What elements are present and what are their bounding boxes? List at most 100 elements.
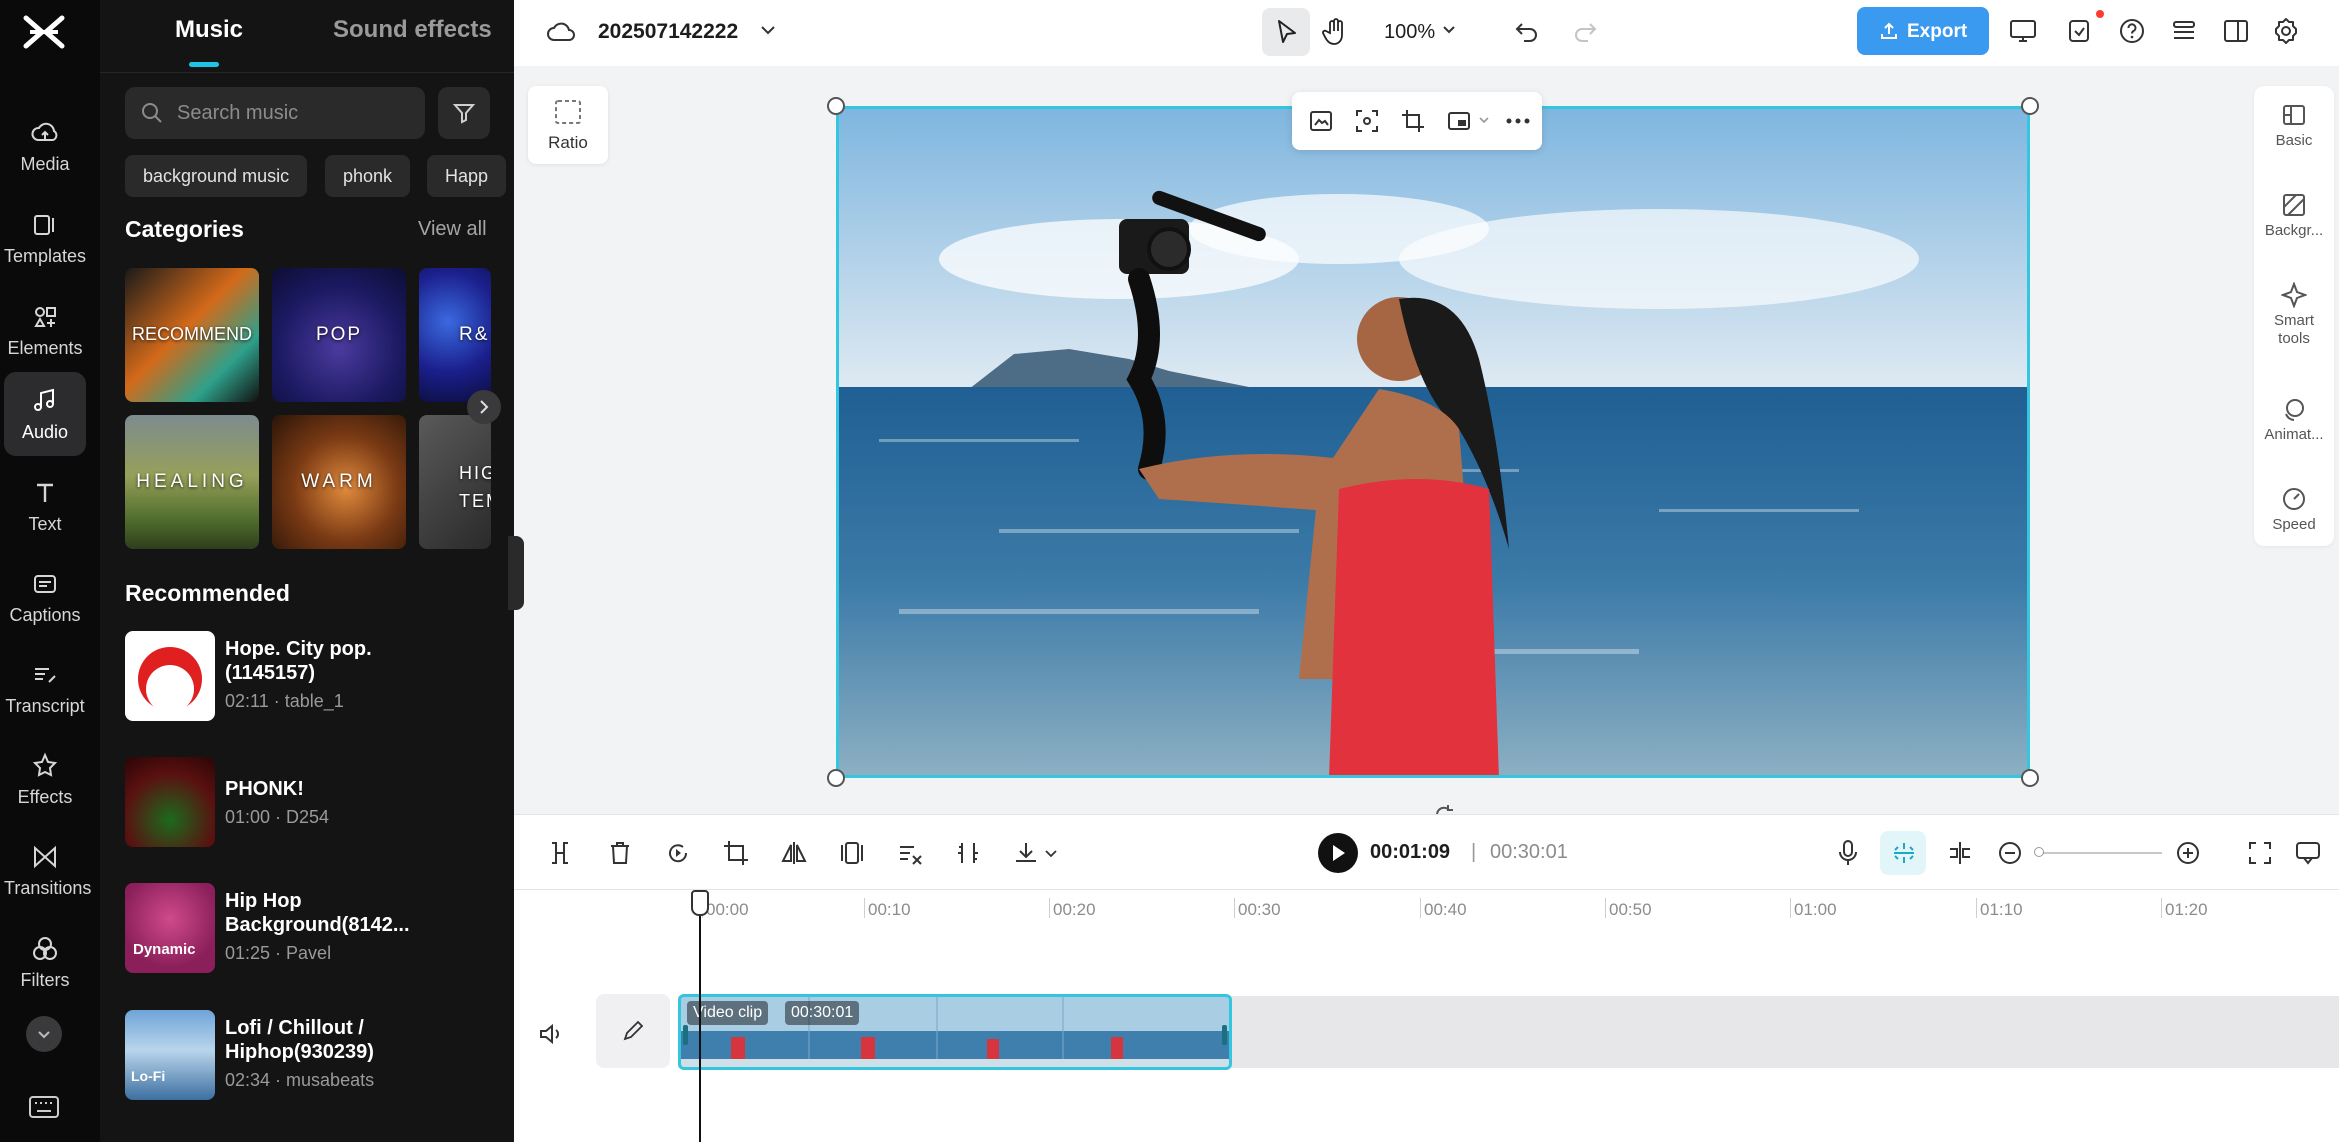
- flip-icon[interactable]: [780, 839, 808, 867]
- crop-icon[interactable]: [722, 839, 750, 867]
- resize-handle[interactable]: [2021, 769, 2039, 787]
- chevron-down-icon[interactable]: [760, 24, 776, 36]
- ruler-label: 00:50: [1609, 900, 1652, 920]
- freeze-frame-icon[interactable]: [838, 839, 866, 867]
- magnet-snap-icon[interactable]: [1890, 839, 1918, 867]
- resize-handle[interactable]: [827, 97, 845, 115]
- resize-handle[interactable]: [827, 769, 845, 787]
- delete-icon[interactable]: [606, 839, 634, 867]
- zoom-slider-knob[interactable]: [2034, 847, 2044, 857]
- playhead[interactable]: [699, 902, 701, 1142]
- active-tab-indicator: [189, 62, 219, 67]
- category-card-rnb[interactable]: R&: [419, 268, 491, 402]
- chevron-down-icon[interactable]: [1442, 25, 1456, 35]
- prop-background[interactable]: Backgr...: [2254, 192, 2334, 239]
- speaker-icon[interactable]: [538, 1022, 564, 1046]
- zoom-level[interactable]: 100%: [1384, 21, 1435, 44]
- trim-icon[interactable]: [954, 839, 982, 867]
- help-icon[interactable]: [2118, 17, 2146, 45]
- chip-phonk[interactable]: phonk: [325, 155, 410, 197]
- zoom-out-icon[interactable]: [1996, 839, 2024, 867]
- redo-icon[interactable]: [1572, 18, 1598, 44]
- cloud-sync-icon[interactable]: [546, 18, 576, 44]
- cloud-upload-icon: [30, 118, 60, 148]
- settings-icon[interactable]: [2272, 17, 2300, 45]
- category-card-healing[interactable]: HEALING: [125, 415, 259, 549]
- search-input[interactable]: [177, 97, 417, 129]
- chevron-down-icon[interactable]: [1044, 849, 1058, 859]
- track-item[interactable]: Lo-Fi Lofi / Chillout / Hiphop(930239) 0…: [125, 1010, 495, 1102]
- more-tools-button[interactable]: [26, 1016, 62, 1052]
- fullscreen-icon[interactable]: [2246, 839, 2274, 867]
- category-card-pop[interactable]: POP: [272, 268, 406, 402]
- play-button[interactable]: [1318, 833, 1358, 873]
- microphone-icon[interactable]: [1836, 839, 1860, 867]
- split-icon[interactable]: [546, 839, 574, 867]
- project-name[interactable]: 202507142222: [598, 20, 738, 44]
- zoom-in-icon[interactable]: [2174, 839, 2202, 867]
- tab-sound-effects[interactable]: Sound effects: [333, 16, 492, 44]
- rail-item-effects[interactable]: Effects: [4, 737, 86, 821]
- rail-item-text[interactable]: Text: [4, 464, 86, 548]
- rail-item-captions[interactable]: Captions: [4, 555, 86, 639]
- export-button[interactable]: Export: [1857, 7, 1989, 55]
- prop-basic[interactable]: Basic: [2254, 102, 2334, 149]
- rail-item-filters[interactable]: Filters: [4, 920, 86, 1004]
- replay-icon[interactable]: [664, 839, 692, 867]
- layers-icon[interactable]: [2170, 18, 2198, 44]
- resize-handle[interactable]: [2021, 97, 2039, 115]
- ratio-button[interactable]: Ratio: [528, 86, 608, 164]
- prop-smart-tools[interactable]: Smart tools: [2254, 282, 2334, 348]
- category-card-warm[interactable]: WARM: [272, 415, 406, 549]
- replace-image-icon[interactable]: [1308, 108, 1334, 134]
- split-screen-icon[interactable]: [1946, 839, 1974, 867]
- focus-frame-icon[interactable]: [1354, 108, 1380, 134]
- top-bar: 202507142222 100% Export: [514, 0, 2339, 66]
- rail-item-media[interactable]: Media: [4, 104, 86, 188]
- picture-in-picture-icon[interactable]: [1446, 108, 1472, 134]
- ruler-label: 00:10: [868, 900, 911, 920]
- present-icon[interactable]: [2008, 17, 2038, 45]
- video-clip[interactable]: Video clip 00:30:01: [678, 994, 1232, 1070]
- share-icon[interactable]: [2066, 16, 2094, 46]
- rail-item-transitions[interactable]: Transitions: [4, 828, 86, 912]
- track-item[interactable]: Hope. City pop.(1145157) 02:11 · table_1: [125, 631, 495, 723]
- playhead-handle[interactable]: [691, 890, 709, 916]
- rail-item-templates[interactable]: Templates: [4, 196, 86, 280]
- edit-track-button[interactable]: [596, 994, 670, 1068]
- play-icon: [1332, 844, 1346, 862]
- video-preview[interactable]: [836, 106, 2030, 778]
- track-item[interactable]: Dynamic Hip Hop Background(8142... 01:25…: [125, 883, 495, 975]
- clip-trim-handle-left[interactable]: [683, 1025, 688, 1045]
- remove-background-icon[interactable]: [896, 839, 924, 867]
- rail-item-transcript[interactable]: Transcript: [4, 646, 86, 730]
- tab-music[interactable]: Music: [175, 16, 243, 44]
- prop-speed[interactable]: Speed: [2254, 486, 2334, 533]
- track-item[interactable]: PHONK! 01:00 · D254: [125, 757, 495, 849]
- timeline[interactable]: 00:00 00:10 00:20 00:30 00:40 00:50 01:0…: [514, 890, 2339, 1142]
- hand-icon[interactable]: [1322, 17, 1348, 47]
- templates-icon: [30, 210, 60, 240]
- keyboard-shortcuts-icon[interactable]: [28, 1094, 60, 1120]
- rail-item-audio[interactable]: Audio: [4, 372, 86, 456]
- panel-layout-icon[interactable]: [2222, 18, 2250, 44]
- download-icon[interactable]: [1012, 839, 1040, 867]
- pointer-icon[interactable]: [1274, 18, 1300, 46]
- view-all-link[interactable]: View all: [418, 218, 487, 241]
- timeline-zoom-slider[interactable]: [2038, 852, 2162, 854]
- prop-animation[interactable]: Animat...: [2254, 396, 2334, 443]
- feedback-icon[interactable]: [2294, 839, 2322, 867]
- more-icon[interactable]: [1506, 118, 1530, 124]
- filter-button[interactable]: [438, 87, 490, 139]
- crop-icon[interactable]: [1400, 108, 1426, 134]
- clip-trim-handle-right[interactable]: [1222, 1025, 1227, 1045]
- chip-background-music[interactable]: background music: [125, 155, 307, 197]
- chevron-down-icon[interactable]: [1478, 116, 1490, 126]
- category-card-high-tempo[interactable]: HIG TEM: [419, 415, 491, 549]
- filters-icon: [30, 934, 60, 964]
- chip-happy[interactable]: Happ: [427, 155, 506, 197]
- category-card-recommend[interactable]: RECOMMEND: [125, 268, 259, 402]
- rail-item-elements[interactable]: Elements: [4, 288, 86, 372]
- undo-icon[interactable]: [1514, 18, 1540, 44]
- categories-next-button[interactable]: [467, 390, 501, 424]
